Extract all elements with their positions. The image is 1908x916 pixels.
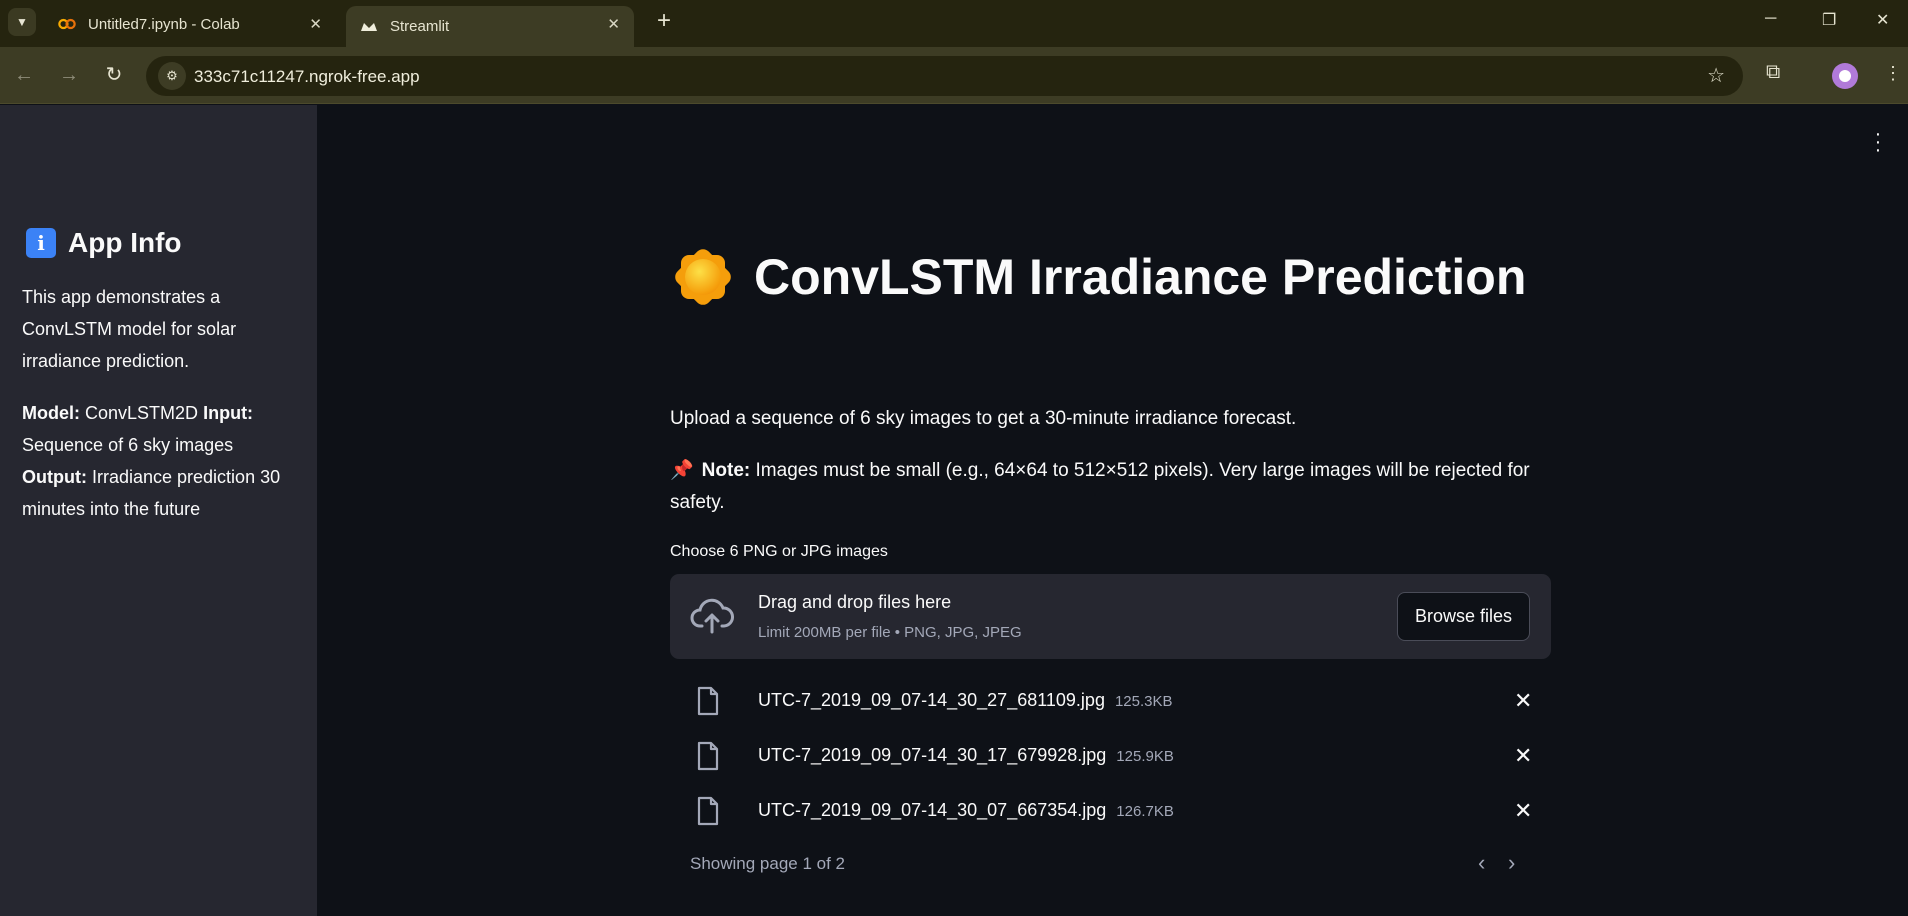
address-bar[interactable]: ⚙ 333c71c11247.ngrok-free.app ☆ — [146, 56, 1743, 96]
dropzone-limits: Limit 200MB per file • PNG, JPG, JPEG — [758, 624, 1022, 641]
remove-file-icon[interactable]: ✕ — [1514, 688, 1532, 714]
close-window-icon[interactable]: ✕ — [1876, 10, 1889, 30]
info-icon: i — [26, 228, 56, 258]
tab-title: Untitled7.ipynb - Colab — [88, 15, 240, 33]
note-body: Images must be small (e.g., 64×64 to 512… — [670, 460, 1530, 513]
output-label: Output: — [22, 467, 87, 487]
remove-file-icon[interactable]: ✕ — [1514, 743, 1532, 769]
uploaded-file-row: UTC-7_2019_09_07-14_30_17_679928.jpg 125.… — [670, 737, 1551, 777]
page-title-row: ConvLSTM Irradiance Prediction — [671, 245, 1527, 309]
note-text: 📌 Note: Images must be small (e.g., 64×64… — [670, 455, 1570, 519]
uploaded-file-row: UTC-7_2019_09_07-14_30_07_667354.jpg 126.… — [670, 792, 1551, 832]
minimize-icon[interactable]: ─ — [1765, 10, 1776, 28]
pushpin-icon: 📌 — [670, 460, 694, 481]
back-icon[interactable]: ← — [10, 61, 38, 89]
file-size: 125.3KB — [1114, 693, 1173, 710]
file-icon — [697, 741, 719, 771]
main-content: ConvLSTM Irradiance Prediction Upload a … — [318, 105, 1908, 916]
profile-avatar[interactable] — [1832, 63, 1858, 89]
site-settings-icon[interactable]: ⚙ — [158, 62, 186, 90]
extensions-icon[interactable]: ⧉ — [1766, 61, 1780, 84]
tab-title: Streamlit — [390, 18, 450, 35]
file-name: UTC-7_2019_09_07-14_30_27_681109.jpg 125.… — [758, 690, 1173, 710]
input-value: Sequence of 6 sky images — [22, 435, 234, 455]
browser-tab-strip: ▼ Untitled7.ipynb - Colab ✕ Streamlit ✕ … — [0, 0, 1908, 47]
tab-search-button[interactable]: ▼ — [8, 8, 36, 36]
new-tab-button[interactable]: + — [650, 8, 678, 36]
browser-toolbar: ← → ↻ ⚙ 333c71c11247.ngrok-free.app ☆ ⧉ … — [0, 47, 1908, 104]
browser-menu-icon[interactable]: ⋮ — [1884, 63, 1902, 84]
note-label: Note: — [701, 460, 751, 481]
close-tab-icon[interactable]: ✕ — [607, 15, 620, 33]
uploaded-file-row: UTC-7_2019_09_07-14_30_27_681109.jpg 125.… — [670, 682, 1551, 722]
tab-streamlit[interactable]: Streamlit ✕ — [346, 6, 634, 47]
browse-files-button[interactable]: Browse files — [1397, 592, 1530, 641]
file-name: UTC-7_2019_09_07-14_30_17_679928.jpg 125.… — [758, 745, 1174, 765]
previous-page-icon[interactable]: ‹ — [1478, 850, 1485, 876]
sidebar-model-info: Model: ConvLSTM2D Input: Sequence of 6 s… — [22, 397, 290, 525]
reload-icon[interactable]: ↻ — [100, 61, 128, 89]
file-icon — [697, 796, 719, 826]
close-tab-icon[interactable]: ✕ — [309, 15, 322, 33]
model-value: ConvLSTM2D — [85, 403, 199, 423]
intro-text: Upload a sequence of 6 sky images to get… — [670, 408, 1297, 429]
restore-icon[interactable]: ❐ — [1822, 10, 1836, 30]
page-title: ConvLSTM Irradiance Prediction — [754, 249, 1527, 305]
file-name: UTC-7_2019_09_07-14_30_07_667354.jpg 126.… — [758, 800, 1174, 820]
sun-icon — [671, 245, 735, 309]
streamlit-icon — [360, 18, 378, 36]
input-label: Input: — [203, 403, 254, 423]
uploader-label: Choose 6 PNG or JPG images — [670, 543, 888, 560]
sidebar-heading: i App Info — [26, 227, 182, 259]
url-text[interactable]: 333c71c11247.ngrok-free.app — [194, 67, 420, 87]
tab-colab[interactable]: Untitled7.ipynb - Colab ✕ — [44, 6, 336, 42]
colab-icon — [58, 15, 76, 33]
file-dropzone[interactable]: Drag and drop files here Limit 200MB per… — [670, 574, 1551, 659]
forward-icon[interactable]: → — [55, 61, 83, 89]
file-icon — [697, 686, 719, 716]
sidebar-description: This app demonstrates a ConvLSTM model f… — [22, 287, 237, 371]
sidebar-title: App Info — [68, 227, 182, 258]
file-size: 125.9KB — [1116, 748, 1174, 765]
file-size: 126.7KB — [1116, 803, 1174, 820]
upload-cloud-icon — [690, 598, 734, 634]
dropzone-title: Drag and drop files here — [758, 592, 952, 612]
bookmark-star-icon[interactable]: ☆ — [1707, 63, 1725, 88]
next-page-icon[interactable]: › — [1508, 850, 1515, 876]
model-label: Model: — [22, 403, 80, 423]
remove-file-icon[interactable]: ✕ — [1514, 798, 1532, 824]
pagination-status: Showing page 1 of 2 — [690, 854, 846, 873]
